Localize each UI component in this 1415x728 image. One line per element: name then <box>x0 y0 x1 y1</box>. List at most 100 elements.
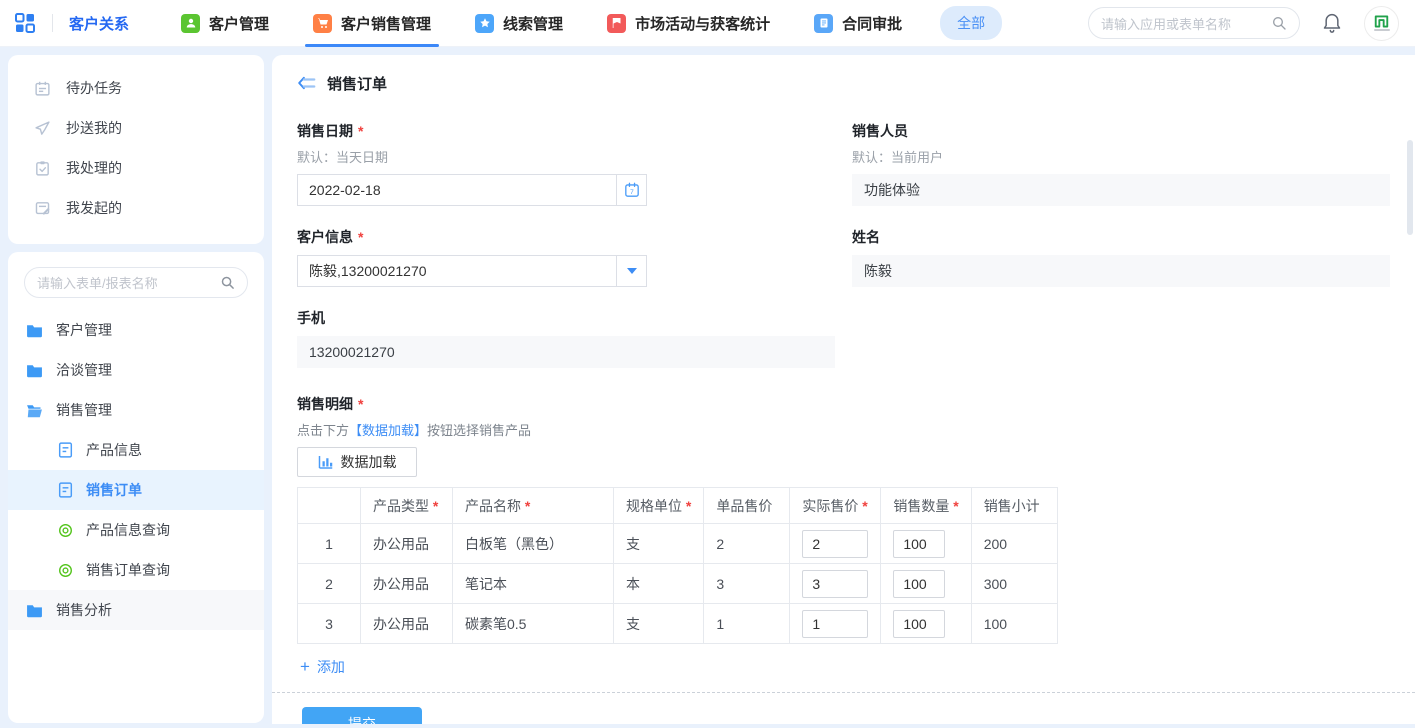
salesperson-value: 功能体验 <box>852 174 1390 206</box>
account-avatar[interactable] <box>1364 6 1399 41</box>
tree-folder-sales-management[interactable]: 销售管理 <box>8 390 264 430</box>
tree-item-label: 洽谈管理 <box>56 360 112 380</box>
form-search-input[interactable]: 请输入表单/报表名称 <box>24 267 248 298</box>
sales-qty-input[interactable] <box>893 610 945 638</box>
actual-price-input[interactable] <box>802 570 868 598</box>
search-icon <box>220 275 235 290</box>
sidebar-item-todo-tasks[interactable]: 待办任务 <box>8 68 264 108</box>
workspace-name[interactable]: 客户关系 <box>69 13 129 34</box>
app-grid-icon[interactable] <box>14 12 36 34</box>
sales-qty-input[interactable] <box>893 530 945 558</box>
tree-item-label: 产品信息查询 <box>86 520 170 540</box>
query-target-icon <box>58 523 73 538</box>
back-collapse-icon[interactable] <box>297 75 316 91</box>
calendar-picker-button[interactable]: 7 <box>617 174 647 206</box>
cell-subtotal: 200 <box>971 524 1057 564</box>
cell-product-type: 办公用品 <box>361 604 453 644</box>
tab-customer-sales-management[interactable]: 客户销售管理 <box>313 0 431 47</box>
global-search-placeholder: 请输入应用或表单名称 <box>1101 14 1271 33</box>
logo-caption-line <box>1374 29 1390 31</box>
form-doc-icon <box>58 442 73 458</box>
header-unit-price: 单品售价 <box>704 488 790 524</box>
tree-folder-customer-management[interactable]: 客户管理 <box>8 310 264 350</box>
add-row-label: 添加 <box>317 657 345 677</box>
tab-lead-management[interactable]: 线索管理 <box>475 0 563 47</box>
row-index: 1 <box>298 524 361 564</box>
clipboard-check-icon <box>34 160 51 177</box>
cell-spec-unit: 支 <box>614 604 704 644</box>
select-dropdown-button[interactable] <box>617 255 647 287</box>
customer-info-select[interactable]: 陈毅,13200021270 <box>297 255 617 287</box>
cell-product-type: 办公用品 <box>361 564 453 604</box>
chevron-down-icon <box>627 268 637 274</box>
cell-product-name: 白板笔（黑色） <box>453 524 614 564</box>
global-search-input[interactable]: 请输入应用或表单名称 <box>1088 7 1300 39</box>
form-footer-divider <box>272 692 1415 693</box>
calendar-7-icon: 7 <box>624 182 640 198</box>
submit-button[interactable]: 提交 <box>302 707 422 724</box>
sales-order-form-panel: 销售订单 销售日期* 默认：当天日期 7 <box>272 55 1415 724</box>
table-row: 1 办公用品 白板笔（黑色） 支 2 200 <box>298 524 1058 564</box>
page-header: 销售订单 <box>297 70 1390 96</box>
search-icon <box>1271 15 1287 31</box>
actual-price-input[interactable] <box>802 530 868 558</box>
bar-chart-icon <box>318 455 333 469</box>
notification-bell-icon[interactable] <box>1322 12 1342 34</box>
sales-detail-hint: 点击下方【数据加载】按钮选择销售产品 <box>297 423 1390 439</box>
sales-date-input[interactable] <box>297 174 617 206</box>
cell-spec-unit: 支 <box>614 524 704 564</box>
tree-item-product-info-query[interactable]: 产品信息查询 <box>8 510 264 550</box>
form-search-placeholder: 请输入表单/报表名称 <box>37 273 158 292</box>
star-icon <box>475 14 494 33</box>
tree-item-label: 销售订单 <box>86 480 142 500</box>
cell-subtotal: 300 <box>971 564 1057 604</box>
tree-folder-negotiation-management[interactable]: 洽谈管理 <box>8 350 264 390</box>
tree-item-label: 销售订单查询 <box>86 560 170 580</box>
vertical-scrollbar-thumb[interactable] <box>1407 140 1413 235</box>
salesperson-hint: 默认：当前用户 <box>852 150 1390 166</box>
tab-customer-management[interactable]: 客户管理 <box>181 0 269 47</box>
cell-product-name: 笔记本 <box>453 564 614 604</box>
header-subtotal: 销售小计 <box>971 488 1057 524</box>
actual-price-input[interactable] <box>802 610 868 638</box>
cell-unit-price: 1 <box>704 604 790 644</box>
sidebar-item-handled-by-me[interactable]: 我处理的 <box>8 148 264 188</box>
tab-label: 线索管理 <box>503 13 563 34</box>
table-header-row: 产品类型 * 产品名称 * 规格单位 * 单品售价 实际售价 * 销售数量 * … <box>298 488 1058 524</box>
document-icon <box>814 14 833 33</box>
table-row: 2 办公用品 笔记本 本 3 300 <box>298 564 1058 604</box>
header-spec-unit: 规格单位 * <box>614 488 704 524</box>
tree-item-label: 销售分析 <box>56 600 112 620</box>
quick-item-label: 我发起的 <box>66 198 122 218</box>
tab-label: 合同审批 <box>842 13 902 34</box>
tree-folder-sales-analysis[interactable]: 销售分析 <box>8 590 264 630</box>
required-mark: * <box>358 394 363 414</box>
data-load-button[interactable]: 数据加载 <box>297 447 417 477</box>
quick-item-label: 抄送我的 <box>66 118 122 138</box>
tab-contract-approval[interactable]: 合同审批 <box>814 0 902 47</box>
sales-qty-input[interactable] <box>893 570 945 598</box>
all-apps-pill[interactable]: 全部 <box>940 6 1002 40</box>
header-product-type: 产品类型 * <box>361 488 453 524</box>
cell-unit-price: 3 <box>704 564 790 604</box>
cell-subtotal: 100 <box>971 604 1057 644</box>
sidebar-form-tree-panel: 请输入表单/报表名称 客户管理 洽谈管理 销售管理 产品信息 <box>8 252 264 723</box>
header-index <box>298 488 361 524</box>
company-logo-icon <box>1374 15 1389 28</box>
flag-icon <box>607 14 626 33</box>
name-value: 陈毅 <box>852 255 1390 287</box>
mobile-value: 13200021270 <box>297 336 835 368</box>
add-row-link[interactable]: + 添加 <box>300 657 345 677</box>
tree-item-label: 销售管理 <box>56 400 112 420</box>
tab-marketing-stats[interactable]: 市场活动与获客统计 <box>607 0 770 47</box>
cart-icon <box>313 14 332 33</box>
paper-plane-icon <box>34 120 51 137</box>
tree-item-sales-order[interactable]: 销售订单 <box>8 470 264 510</box>
sidebar-item-initiated-by-me[interactable]: 我发起的 <box>8 188 264 228</box>
tree-item-sales-order-query[interactable]: 销售订单查询 <box>8 550 264 590</box>
sidebar-item-cc-to-me[interactable]: 抄送我的 <box>8 108 264 148</box>
data-load-hint-link[interactable]: 【数据加载】 <box>349 423 427 438</box>
sales-detail-label: 销售明细* <box>297 394 1390 414</box>
page-title: 销售订单 <box>327 73 387 94</box>
tree-item-product-info[interactable]: 产品信息 <box>8 430 264 470</box>
